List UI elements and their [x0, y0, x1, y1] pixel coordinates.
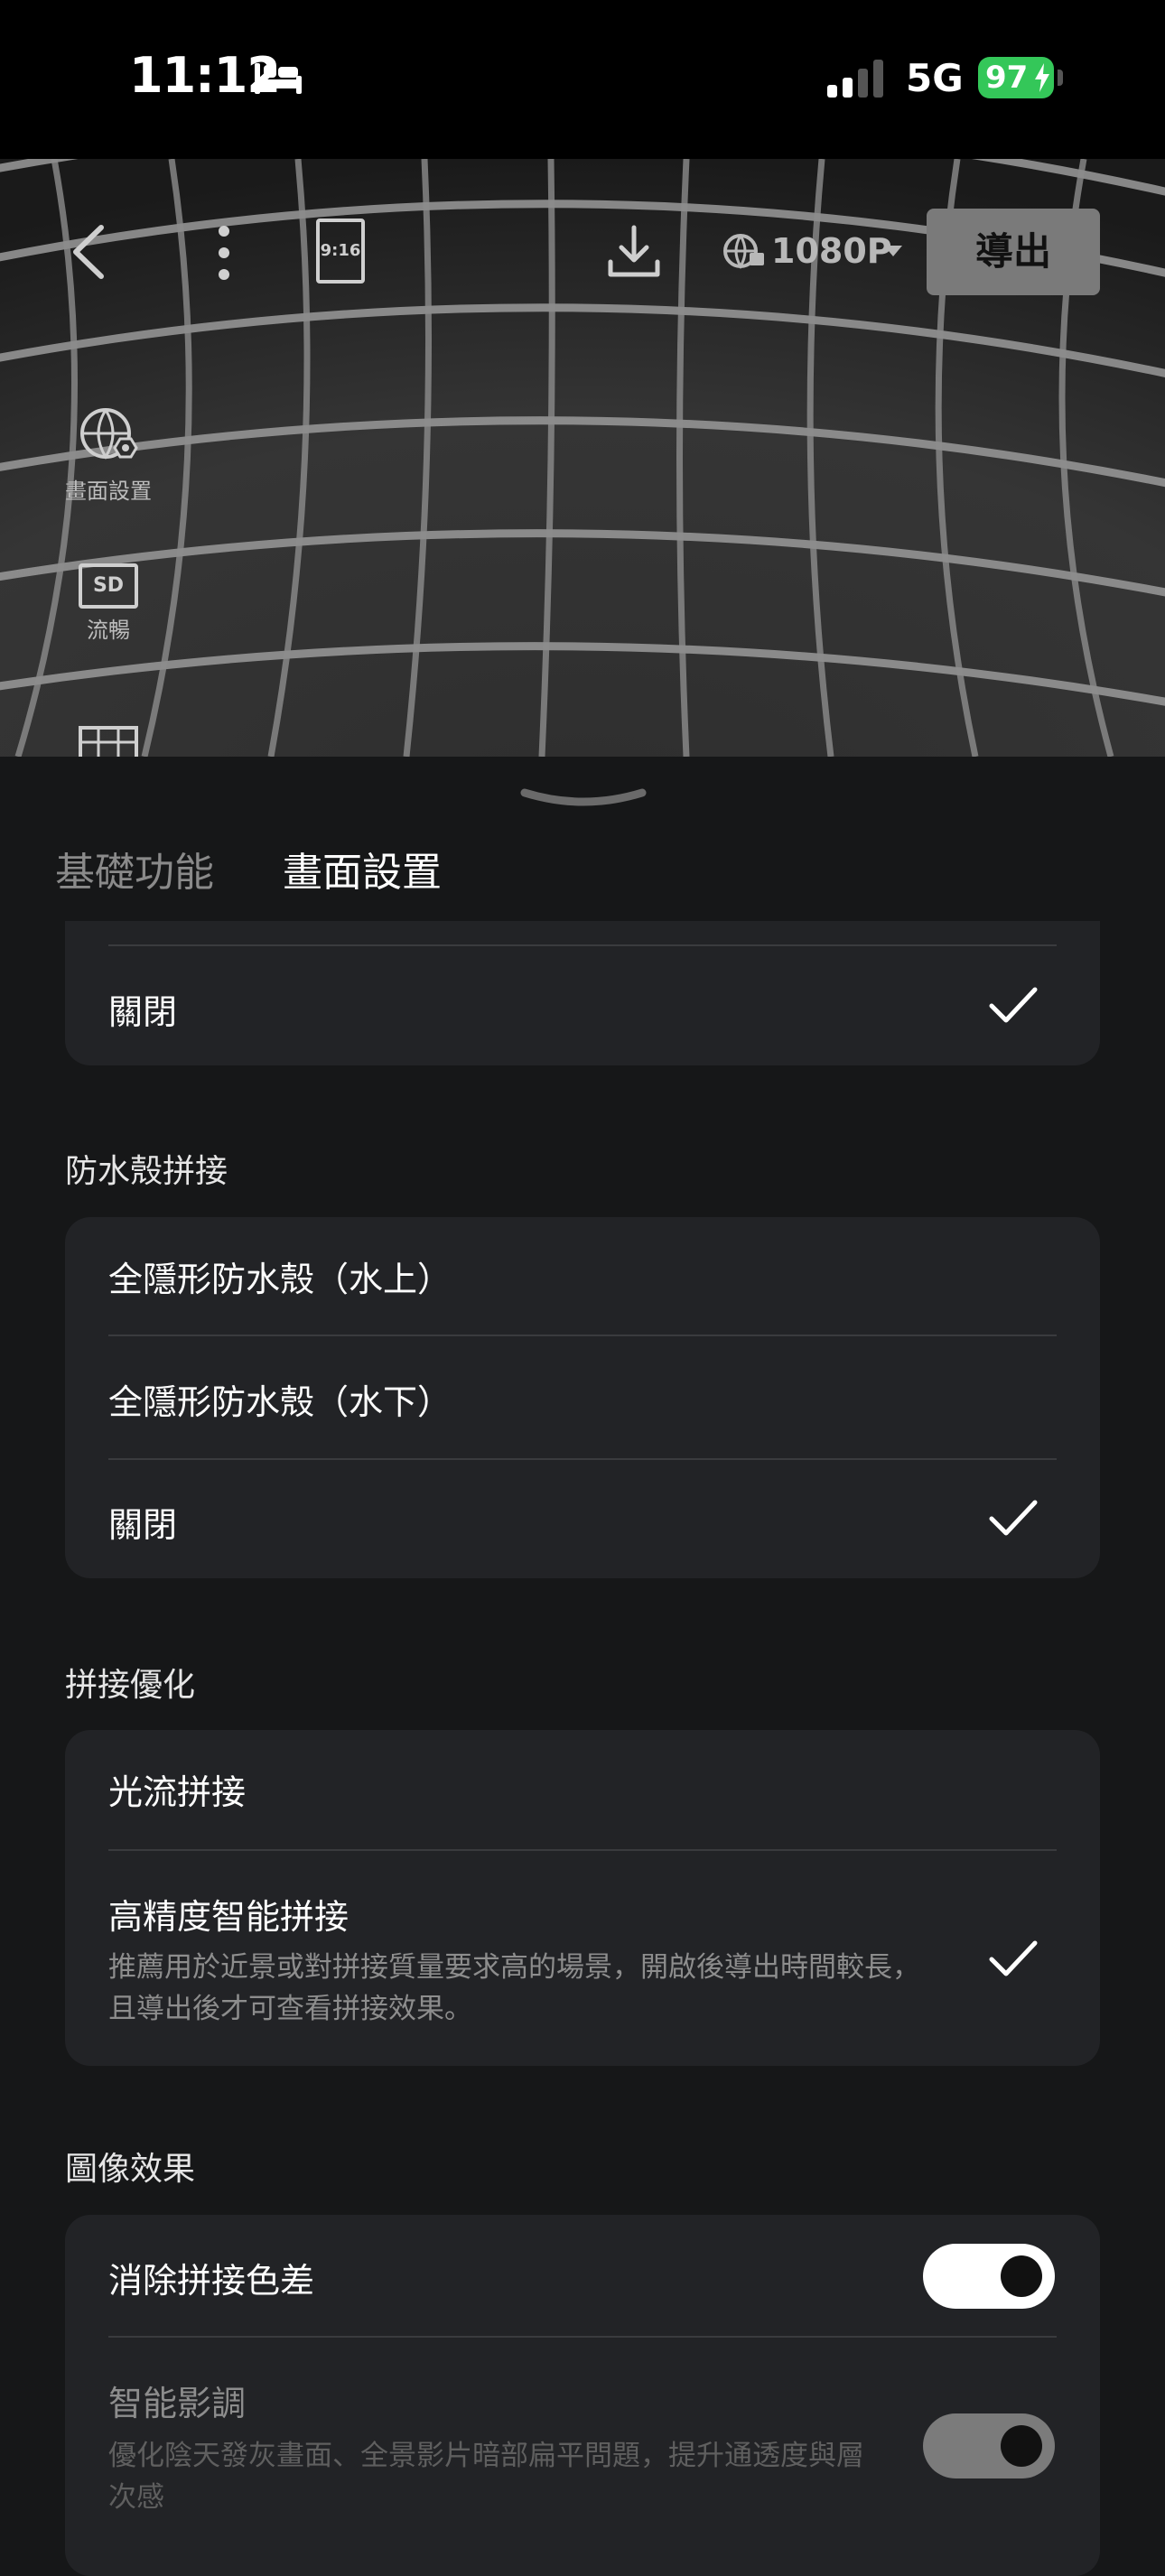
charging-bolt-icon	[1035, 63, 1049, 92]
chevron-down-icon	[884, 246, 902, 256]
checkmark-icon	[989, 1500, 1038, 1536]
divider	[108, 944, 1057, 946]
option-remove-color-diff: 消除拼接色差	[108, 2261, 315, 2301]
battery-level: 97	[985, 60, 1029, 96]
download-icon[interactable]	[607, 224, 661, 280]
side-tool-display-settings[interactable]: 畫面設置	[54, 406, 163, 505]
divider	[108, 1458, 1057, 1460]
option-off[interactable]: 關閉	[108, 984, 177, 1034]
section-title-image-effect: 圖像效果	[65, 2151, 196, 2188]
divider	[108, 1849, 1057, 1851]
panorama-preview[interactable]: 9:16 1080P 導出 畫面設置 SD 流暢	[0, 159, 1165, 757]
option-smart-tone-desc: 優化陰天發灰畫面、全景影片暗部扁平問題，提升通透度與層次感	[108, 2440, 864, 2514]
sd-badge-icon: SD	[79, 563, 138, 609]
resolution-selector[interactable]: 1080P	[771, 231, 892, 271]
globe-gear-icon	[80, 408, 138, 460]
tab-basic-functions[interactable]: 基礎功能	[55, 840, 214, 897]
option-waterproof-off[interactable]: 關閉	[108, 1497, 177, 1547]
remove-color-diff-toggle[interactable]	[923, 2244, 1055, 2309]
section-title-stitch: 拼接優化	[65, 1667, 196, 1704]
divider	[108, 2336, 1057, 2338]
option-smart-tone: 智能影調	[108, 2384, 247, 2423]
sheet-collapse-handle[interactable]	[519, 787, 648, 807]
option-high-precision[interactable]: 高精度智能拼接	[108, 1889, 349, 1939]
export-button[interactable]: 導出	[927, 209, 1100, 295]
aspect-ratio-label: 9:16	[320, 241, 361, 260]
option-waterproof-above[interactable]: 全隱形防水殼（水上）	[108, 1251, 452, 1301]
checkmark-icon	[989, 1940, 1038, 1976]
status-bar: 11:12 5G 97	[0, 0, 1165, 159]
smart-tone-toggle[interactable]	[923, 2413, 1055, 2478]
tab-display-settings[interactable]: 畫面設置	[283, 840, 442, 897]
option-high-precision-desc: 推薦用於近景或對拼接質量要求高的場景，開啟後導出時間較長，且導出後才可查看拼接效…	[108, 1951, 920, 2025]
aspect-ratio-button[interactable]: 9:16	[316, 219, 365, 284]
more-options-icon[interactable]	[215, 224, 233, 282]
previous-option-card: 關閉	[65, 921, 1100, 1065]
waterproof-card: 全隱形防水殼（水上） 全隱形防水殼（水下） 關閉	[65, 1217, 1100, 1578]
toggle-knob	[1001, 2425, 1042, 2467]
option-waterproof-under[interactable]: 全隱形防水殼（水下）	[108, 1374, 452, 1424]
divider	[108, 1334, 1057, 1336]
battery-cap	[1058, 70, 1063, 86]
grid-icon	[79, 726, 138, 757]
side-tool-label: 畫面設置	[65, 479, 152, 504]
option-optical-flow[interactable]: 光流拼接	[108, 1764, 246, 1814]
back-icon[interactable]	[69, 224, 108, 280]
battery-indicator: 97	[978, 57, 1054, 98]
sleep-bed-icon	[255, 63, 302, 94]
resolution-globe-icon[interactable]	[722, 231, 766, 271]
section-title-waterproof: 防水殼拼接	[65, 1153, 228, 1190]
toggle-knob	[1001, 2255, 1042, 2297]
side-tool-quality[interactable]: SD 流暢	[54, 563, 163, 644]
stitch-card: 光流拼接 高精度智能拼接 推薦用於近景或對拼接質量要求高的場景，開啟後導出時間較…	[65, 1730, 1100, 2066]
side-tool-grid[interactable]	[54, 719, 163, 757]
image-effect-card: 消除拼接色差 智能影調 優化陰天發灰畫面、全景影片暗部扁平問題，提升通透度與層次…	[65, 2215, 1100, 2576]
checkmark-icon	[989, 987, 1038, 1023]
cellular-signal-icon	[827, 60, 883, 98]
side-tool-label: 流暢	[87, 618, 130, 643]
network-type: 5G	[906, 56, 964, 100]
